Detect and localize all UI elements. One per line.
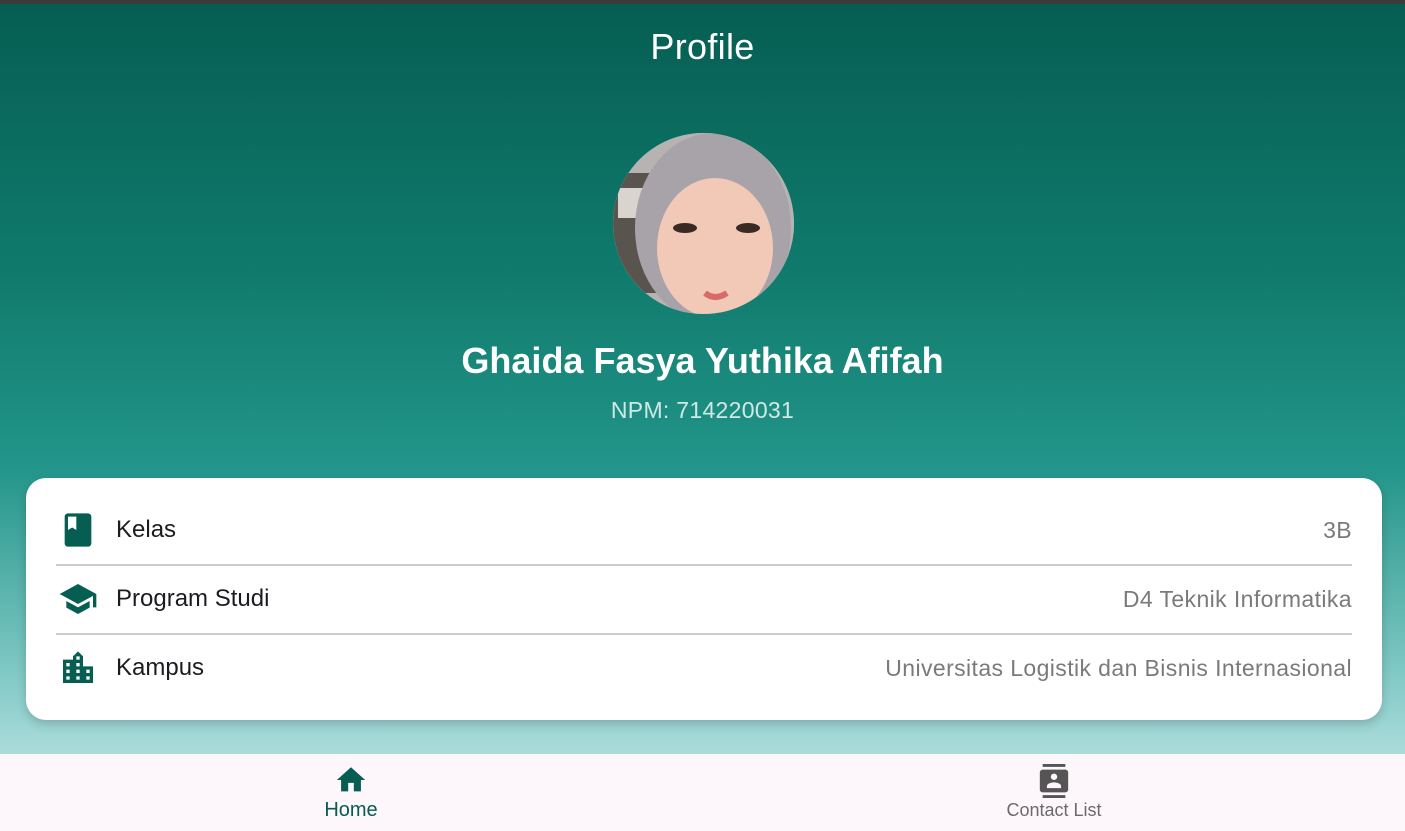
avatar-photo (613, 133, 794, 314)
page-title: Profile (650, 26, 755, 67)
info-value: Universitas Logistik dan Bisnis Internas… (885, 654, 1352, 681)
graduation-cap-icon (56, 577, 100, 621)
info-value: D4 Teknik Informatika (1122, 585, 1352, 612)
building-icon (56, 646, 100, 690)
info-row-program-studi: Program Studi D4 Teknik Informatika (56, 565, 1352, 633)
info-row-kampus: Kampus Universitas Logistik dan Bisnis I… (56, 634, 1352, 702)
info-label: Program Studi (116, 585, 270, 612)
profile-name: Ghaida Fasya Yuthika Afifah (461, 340, 944, 381)
nav-label: Contact List (1006, 800, 1102, 820)
profile-info-card: Kelas 3B Program Studi D4 Teknik Informa… (26, 478, 1382, 720)
profile-npm: NPM: 714220031 (610, 397, 795, 423)
profile-screen: Profile Ghaida Fasya Yuthika Afifah NPM:… (0, 4, 1405, 754)
info-label: Kampus (116, 654, 205, 681)
bottom-navigation: Home Contact List (0, 754, 1405, 831)
info-label: Kelas (116, 516, 177, 543)
home-icon (334, 763, 368, 797)
avatar (613, 133, 794, 314)
info-value: 3B (1323, 516, 1352, 543)
contact-list-icon (1037, 764, 1071, 798)
book-icon (56, 508, 100, 552)
nav-item-contact-list[interactable]: Contact List (703, 754, 1405, 831)
nav-label: Home (324, 799, 378, 821)
info-row-kelas: Kelas 3B (56, 496, 1352, 564)
nav-item-home[interactable]: Home (0, 754, 702, 831)
